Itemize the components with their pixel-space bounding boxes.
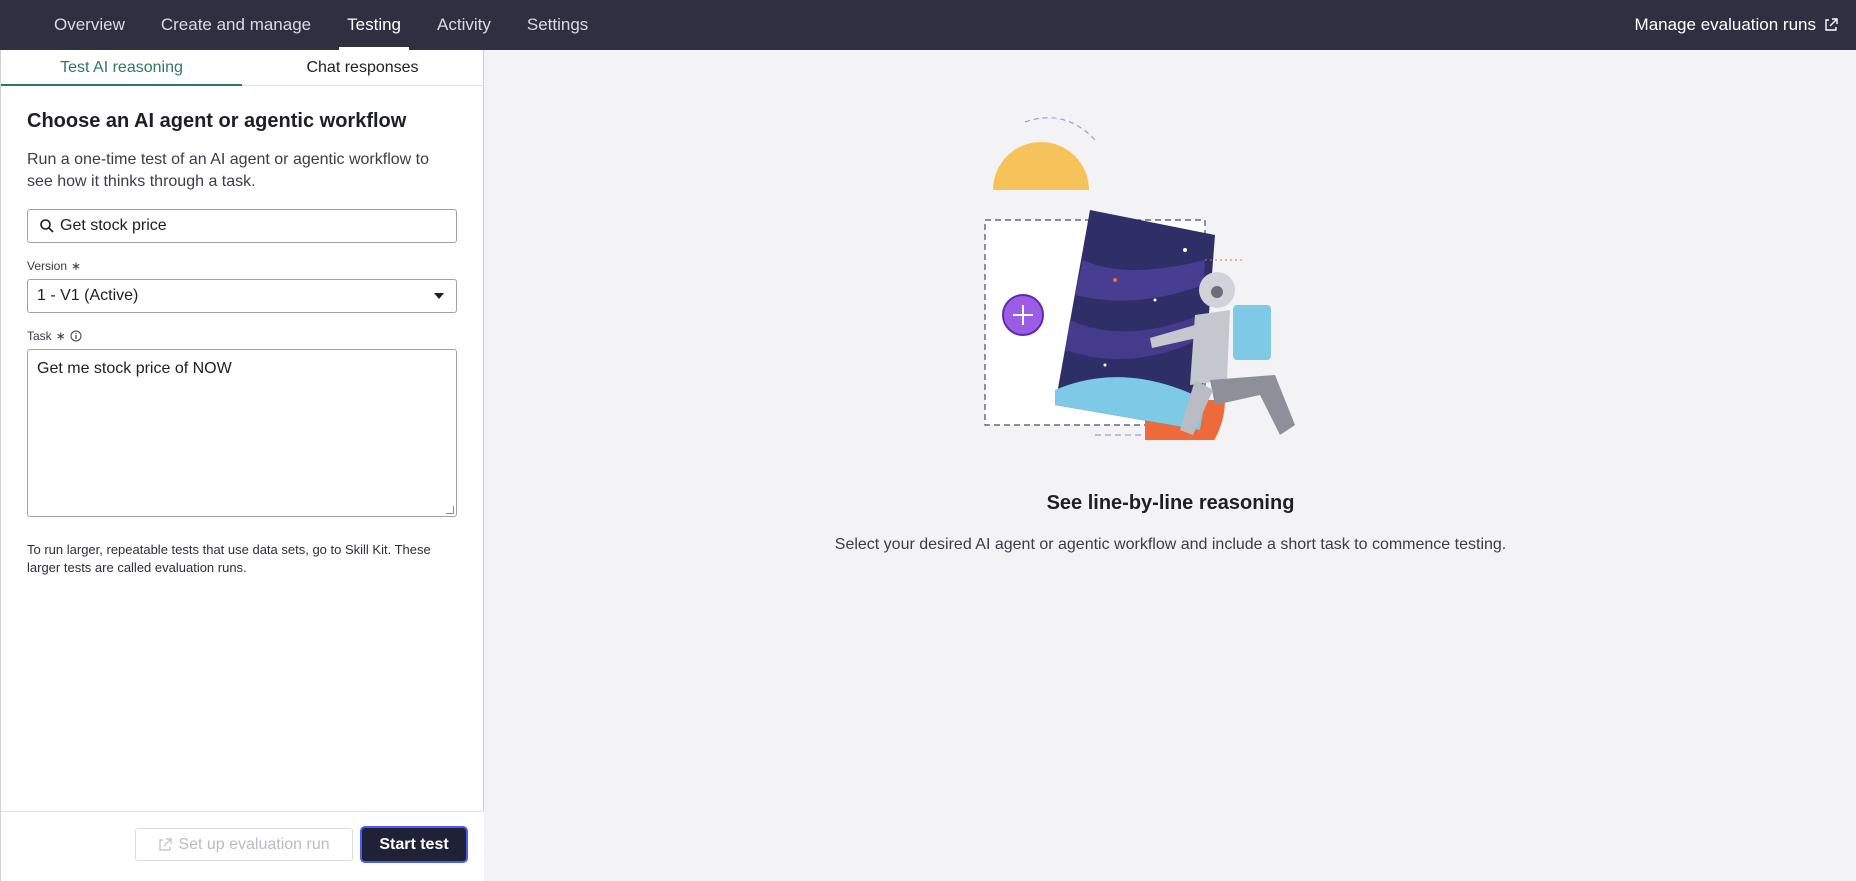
- version-label-text: Version: [27, 259, 68, 273]
- form-footer: Set up evaluation run Start test: [1, 811, 484, 881]
- task-textarea-value: Get me stock price of NOW: [37, 360, 232, 377]
- task-label-text: Task: [27, 329, 52, 343]
- astronaut-illustration: [984, 117, 1295, 440]
- required-marker: ∗: [71, 259, 82, 273]
- nav-tab-testing[interactable]: Testing: [329, 0, 419, 50]
- nav-tab-activity[interactable]: Activity: [419, 0, 509, 50]
- set-up-evaluation-run-button[interactable]: Set up evaluation run: [135, 828, 353, 861]
- agent-search-value: Get stock price: [60, 217, 167, 234]
- empty-state-description: Select your desired AI agent or agentic …: [834, 536, 1507, 553]
- resize-handle[interactable]: [446, 506, 454, 514]
- reasoning-empty-state: See line-by-line reasoning Select your d…: [485, 50, 1856, 881]
- version-select-value: 1 - V1 (Active): [37, 287, 139, 304]
- search-icon: [40, 219, 54, 233]
- evaluation-hint: To run larger, repeatable tests that use…: [27, 542, 431, 575]
- external-link-icon: [1825, 18, 1838, 31]
- form-description: Run a one-time test of an AI agent or ag…: [27, 151, 429, 190]
- required-marker: ∗: [55, 329, 66, 343]
- manage-evaluation-runs-label: Manage evaluation runs: [1634, 15, 1816, 34]
- task-field-label: Task ∗: [27, 329, 457, 343]
- nav-tab-settings[interactable]: Settings: [509, 0, 606, 50]
- agent-search-input[interactable]: Get stock price: [27, 209, 457, 243]
- tab-chat-responses[interactable]: Chat responses: [242, 50, 483, 85]
- version-field-label: Version ∗: [27, 259, 457, 273]
- manage-evaluation-runs-link[interactable]: Manage evaluation runs: [1635, 0, 1838, 50]
- version-select[interactable]: 1 - V1 (Active): [27, 279, 457, 313]
- set-up-evaluation-run-label: Set up evaluation run: [178, 835, 330, 853]
- task-textarea[interactable]: Get me stock price of NOW: [27, 349, 457, 517]
- top-navigation: Overview Create and manage Testing Activ…: [0, 0, 1856, 50]
- tab-test-ai-reasoning[interactable]: Test AI reasoning: [1, 50, 242, 86]
- chevron-down-icon: [434, 293, 444, 299]
- external-link-icon: [159, 837, 173, 851]
- subtabs: Test AI reasoning Chat responses: [1, 50, 483, 86]
- info-icon[interactable]: [70, 330, 82, 342]
- form-heading: Choose an AI agent or agentic workflow: [27, 110, 407, 132]
- test-form-panel: Test AI reasoning Chat responses Choose …: [0, 50, 484, 881]
- empty-state-title: See line-by-line reasoning: [1046, 492, 1295, 514]
- nav-tab-overview[interactable]: Overview: [36, 0, 143, 50]
- test-form: Choose an AI agent or agentic workflow R…: [1, 110, 483, 577]
- nav-tab-create-and-manage[interactable]: Create and manage: [143, 0, 329, 50]
- start-test-button[interactable]: Start test: [362, 828, 466, 861]
